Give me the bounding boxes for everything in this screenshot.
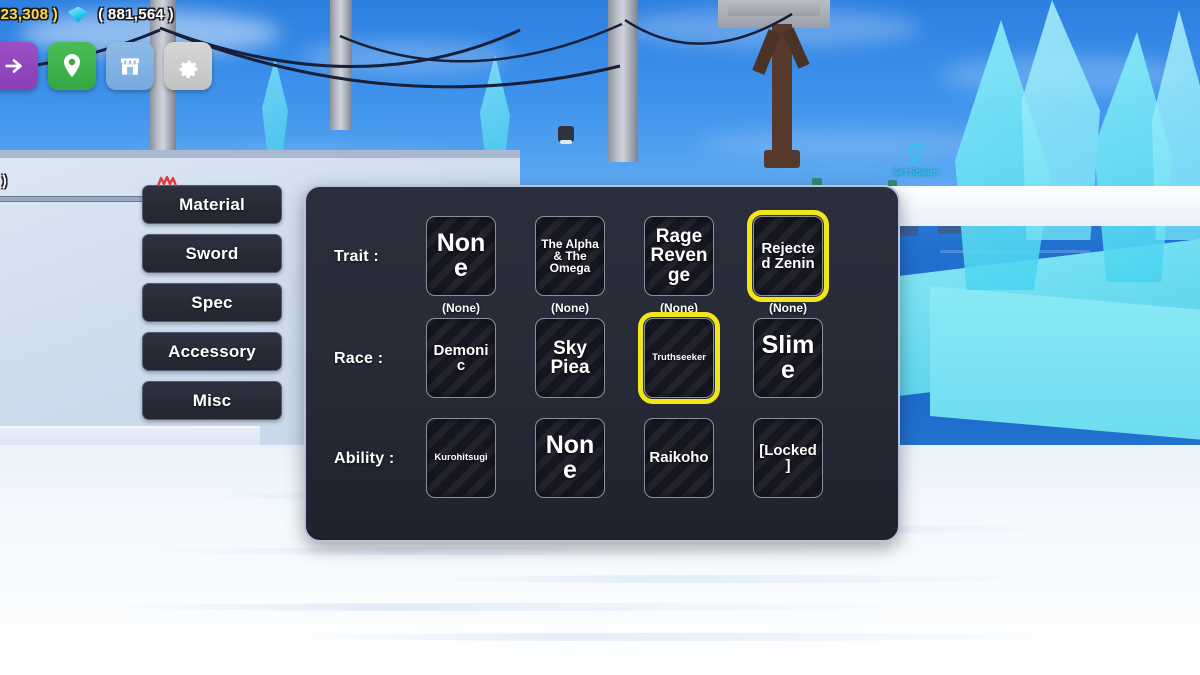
arrow-right-icon (5, 59, 22, 73)
map-pin-icon (908, 142, 923, 166)
equip-slot-group-race: Demonic Sky Piea Truthseeker Slime (426, 312, 823, 404)
snow-ripple (420, 575, 1060, 583)
map-pin-icon (64, 54, 80, 77)
category-menu: Material Sword Spec Accessory Misc (142, 176, 282, 420)
equip-slot-text: Truthseeker (652, 352, 706, 364)
equip-slot-race-2[interactable]: Truthseeker (638, 312, 720, 404)
stat-readout: 50) ) (0, 172, 143, 202)
snow-ripple (300, 633, 1060, 641)
equip-slot-text: Rage Revenge (650, 225, 708, 286)
equip-slot-subtitle: (None) (551, 301, 589, 315)
equip-row-ability: Ability : Kurohitsugi None Raikoho [Locked] (334, 418, 823, 498)
equip-slot: Rejected Zenin (None) (747, 210, 829, 315)
settings-button[interactable] (164, 42, 212, 90)
equip-slot-text: The Alpha & The Omega (541, 236, 599, 276)
equip-slot-text: Kurohitsugi (434, 452, 488, 464)
equip-slot-subtitle: (None) (442, 301, 480, 315)
equip-slot: The Alpha & The Omega (None) (535, 216, 605, 315)
equip-slot-text: Rejected Zenin (761, 239, 815, 272)
equip-row-label-ability: Ability : (334, 450, 395, 467)
equip-slot-ability-0[interactable]: Kurohitsugi (426, 418, 496, 498)
stat-value: 50) ) (0, 172, 7, 188)
equip-slot: Raikoho (644, 418, 714, 498)
equip-slot: None (None) (426, 216, 496, 315)
equip-row-trait: Trait : None (None) The Alpha & The Omega (N… (334, 210, 829, 315)
equip-row-label-race: Race : (334, 350, 384, 367)
category-button-label: Misc (192, 390, 232, 410)
hud-button-bar (0, 42, 212, 90)
npc-body (560, 140, 572, 144)
snow-ripple (150, 547, 850, 555)
equip-slot-text: Sky Piea (550, 337, 590, 378)
shop-button[interactable] (106, 42, 154, 90)
equip-slot: Demonic (426, 318, 496, 398)
gem-amount: ( 881,564 ) (98, 6, 174, 23)
stat-progress-bar (0, 196, 143, 202)
equip-slot-trait-0[interactable]: None (426, 216, 496, 296)
new-item-marker-icon (157, 176, 177, 187)
equip-slot: None (535, 418, 605, 498)
category-button-label: Sword (185, 243, 239, 263)
snow-ripple (100, 603, 920, 611)
map-button[interactable] (48, 42, 96, 90)
category-button-sword[interactable]: Sword (142, 234, 282, 273)
teleport-button[interactable] (0, 42, 38, 90)
equip-slot-text: [Locked] (759, 441, 817, 474)
category-button-label: Spec (191, 292, 233, 312)
category-button-accessory[interactable]: Accessory (142, 332, 282, 371)
gear-icon (179, 60, 198, 78)
equip-slot-trait-1[interactable]: The Alpha & The Omega (535, 216, 605, 296)
currency-hud: 523,308 ) ( 881,564 ) (0, 6, 174, 23)
equip-slot: Rage Revenge (None) (644, 216, 714, 315)
gem-icon (68, 7, 88, 23)
ground-edge (0, 150, 520, 158)
equip-slot-text: Demonic (433, 341, 489, 374)
equip-slot-text: None (436, 228, 486, 282)
category-button-misc[interactable]: Misc (142, 381, 282, 420)
equip-slot-subtitle: (None) (769, 301, 807, 315)
equip-slot-text: Slime (761, 330, 815, 384)
equip-slot-ability-3[interactable]: [Locked] (753, 418, 823, 498)
equip-slot-text: Raikoho (649, 449, 709, 467)
category-button-material[interactable]: Material (142, 176, 282, 224)
equip-slot: Slime (753, 318, 823, 398)
category-button-label: Material (179, 194, 245, 214)
cash-amount: 523,308 ) (0, 6, 59, 23)
equip-slot-group-ability: Kurohitsugi None Raikoho [Locked] (426, 418, 823, 498)
equip-slot-trait-2[interactable]: Rage Revenge (644, 216, 714, 296)
equip-slot: Truthseeker (638, 312, 720, 404)
equip-slot-race-3[interactable]: Slime (753, 318, 823, 398)
category-button-spec[interactable]: Spec (142, 283, 282, 322)
equip-slot-text: None (545, 430, 595, 484)
set-spawn-marker[interactable]: Set Spawn (893, 142, 939, 177)
equip-slot-trait-3[interactable]: Rejected Zenin (747, 210, 829, 302)
equip-slot-race-1[interactable]: Sky Piea (535, 318, 605, 398)
equip-slot: Sky Piea (535, 318, 605, 398)
shop-icon (120, 58, 140, 75)
equip-slot: [Locked] (753, 418, 823, 498)
equip-slot-subtitle: (None) (660, 301, 698, 315)
equip-slot-race-0[interactable]: Demonic (426, 318, 496, 398)
equip-row-race: Race : Demonic Sky Piea Truthseeker Slime (334, 312, 823, 404)
equip-slot: Kurohitsugi (426, 418, 496, 498)
equip-slot-group-trait: None (None) The Alpha & The Omega (None) Rag… (426, 210, 829, 315)
equipment-panel: Trait : None (None) The Alpha & The Omega (N… (304, 185, 900, 542)
equip-slot-ability-1[interactable]: None (535, 418, 605, 498)
category-button-label: Accessory (168, 341, 256, 361)
equip-slot-ability-2[interactable]: Raikoho (644, 418, 714, 498)
set-spawn-label: Set Spawn (893, 167, 939, 177)
equip-row-label-trait: Trait : (334, 248, 379, 265)
